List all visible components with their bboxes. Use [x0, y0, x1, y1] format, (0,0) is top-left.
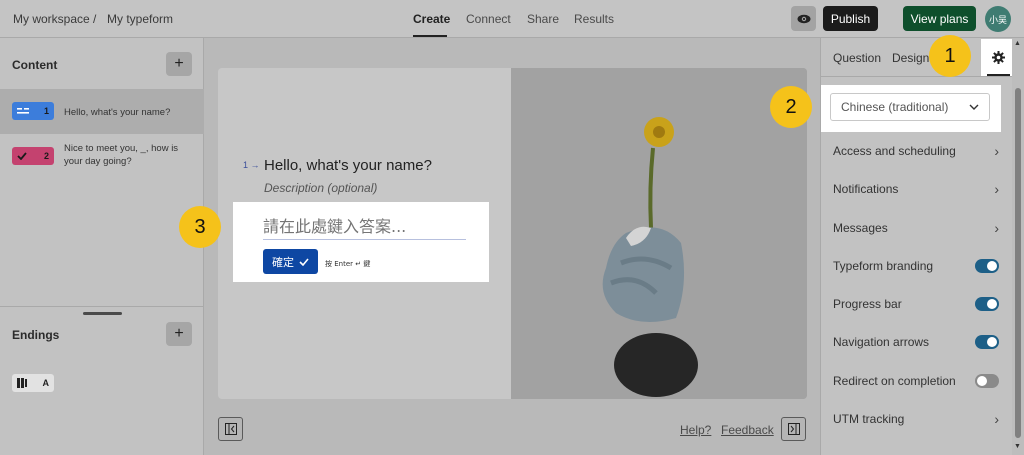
add-ending-button[interactable]: + — [166, 322, 192, 346]
navigation-arrows-toggle[interactable] — [975, 335, 999, 349]
tab-connect[interactable]: Connect — [466, 12, 511, 26]
settings-tab-indicator — [987, 74, 1010, 76]
ending-label: A — [42, 378, 50, 388]
help-link[interactable]: Help? — [680, 423, 711, 437]
confirm-label: 確定 — [272, 255, 294, 269]
question-text: Nice to meet you, _, how is your day goi… — [64, 143, 179, 167]
gear-icon — [992, 51, 1005, 64]
view-plans-button[interactable]: View plans — [903, 6, 976, 31]
callout-3: 3 — [179, 206, 221, 248]
breadcrumb-form-name[interactable]: My typeform — [107, 12, 173, 26]
ending-icon — [17, 378, 27, 388]
flower-sculpture-image — [511, 68, 807, 399]
navigation-arrows-row: Navigation arrows — [833, 333, 999, 351]
chevron-right-icon: › — [994, 220, 999, 236]
answer-input[interactable] — [263, 214, 466, 240]
settings-scrollbar[interactable]: ▲ ▼ — [1012, 38, 1024, 455]
question-item-2[interactable]: 2 Nice to meet you, _, how is your day g… — [0, 134, 204, 179]
resize-handle[interactable] — [83, 312, 122, 315]
avatar[interactable]: 小吴 — [985, 6, 1011, 32]
progress-bar-row: Progress bar — [833, 295, 999, 313]
tab-question[interactable]: Question — [833, 51, 881, 65]
short-text-icon — [17, 108, 29, 114]
question-number: 2 — [43, 151, 49, 161]
preview-button[interactable] — [791, 6, 816, 31]
active-tab-indicator — [413, 35, 447, 37]
publish-button[interactable]: Publish — [823, 6, 878, 31]
confirm-button[interactable]: 確定 — [263, 249, 318, 274]
question-badge: 1 — [12, 102, 54, 120]
question-image — [511, 68, 807, 399]
add-content-button[interactable]: + — [166, 52, 192, 76]
question-number-label: 1 → — [243, 160, 260, 170]
collapse-right-button[interactable] — [781, 417, 806, 441]
question-description[interactable]: Description (optional) — [264, 181, 377, 195]
check-icon — [17, 152, 27, 160]
tab-design[interactable]: Design — [892, 51, 929, 65]
redirect-completion-row: Redirect on completion — [833, 372, 999, 390]
tab-share[interactable]: Share — [527, 12, 559, 26]
tab-create[interactable]: Create — [413, 12, 450, 26]
scroll-thumb[interactable] — [1015, 88, 1021, 438]
scroll-down-icon[interactable]: ▼ — [1014, 443, 1021, 450]
enter-hint: 按 Enter ↵ 鍵 — [325, 260, 371, 268]
plus-icon: + — [174, 325, 184, 342]
chevron-right-icon: › — [994, 181, 999, 197]
eye-icon — [797, 14, 810, 23]
settings-panel: Question Design Chinese (traditional) Ac… — [820, 38, 1016, 455]
collapse-left-icon — [224, 423, 237, 435]
question-text: Hello, what's your name? — [64, 107, 171, 118]
endings-title: Endings — [12, 328, 60, 342]
settings-tab[interactable] — [981, 39, 1016, 76]
language-highlight-box: Chinese (traditional) — [821, 85, 1001, 132]
sidebar-divider — [0, 306, 204, 307]
collapse-right-icon — [787, 423, 800, 435]
notifications-row[interactable]: Notifications › — [833, 180, 999, 198]
redirect-completion-toggle[interactable] — [975, 374, 999, 388]
question-item-1[interactable]: 1 Hello, what's your name? — [0, 89, 204, 134]
question-number: 1 — [43, 106, 49, 116]
feedback-link[interactable]: Feedback — [721, 423, 774, 437]
language-value: Chinese (traditional) — [841, 100, 949, 114]
content-title: Content — [12, 58, 58, 72]
plus-icon: + — [174, 55, 184, 72]
tab-divider — [821, 76, 1013, 77]
callout-1: 1 — [929, 35, 971, 77]
scroll-up-icon[interactable]: ▲ — [1014, 40, 1021, 47]
breadcrumb-separator: / — [93, 12, 97, 26]
question-badge: 2 — [12, 147, 54, 165]
progress-bar-toggle[interactable] — [975, 297, 999, 311]
question-title[interactable]: Hello, what's your name? — [264, 157, 432, 174]
check-icon — [299, 257, 309, 266]
language-select[interactable]: Chinese (traditional) — [830, 93, 990, 121]
callout-2: 2 — [770, 86, 812, 128]
breadcrumb-workspace[interactable]: My workspace — [13, 12, 90, 26]
typeform-branding-toggle[interactable] — [975, 259, 999, 273]
collapse-left-button[interactable] — [218, 417, 243, 441]
chevron-right-icon: › — [994, 411, 999, 427]
typeform-branding-row: Typeform branding — [833, 257, 999, 275]
top-bar: My workspace / My typeform Create Connec… — [0, 0, 1024, 38]
messages-row[interactable]: Messages › — [833, 219, 999, 237]
content-sidebar: Content + 1 Hello, what's your name? 2 N… — [0, 38, 204, 455]
answer-highlight-box: 確定 按 Enter ↵ 鍵 — [233, 202, 489, 282]
chevron-down-icon — [969, 104, 979, 110]
access-scheduling-row[interactable]: Access and scheduling › — [833, 142, 999, 160]
utm-tracking-row[interactable]: UTM tracking › — [833, 410, 999, 428]
chevron-right-icon: › — [994, 143, 999, 159]
ending-item-a[interactable]: A — [12, 374, 54, 392]
tab-results[interactable]: Results — [574, 12, 614, 26]
